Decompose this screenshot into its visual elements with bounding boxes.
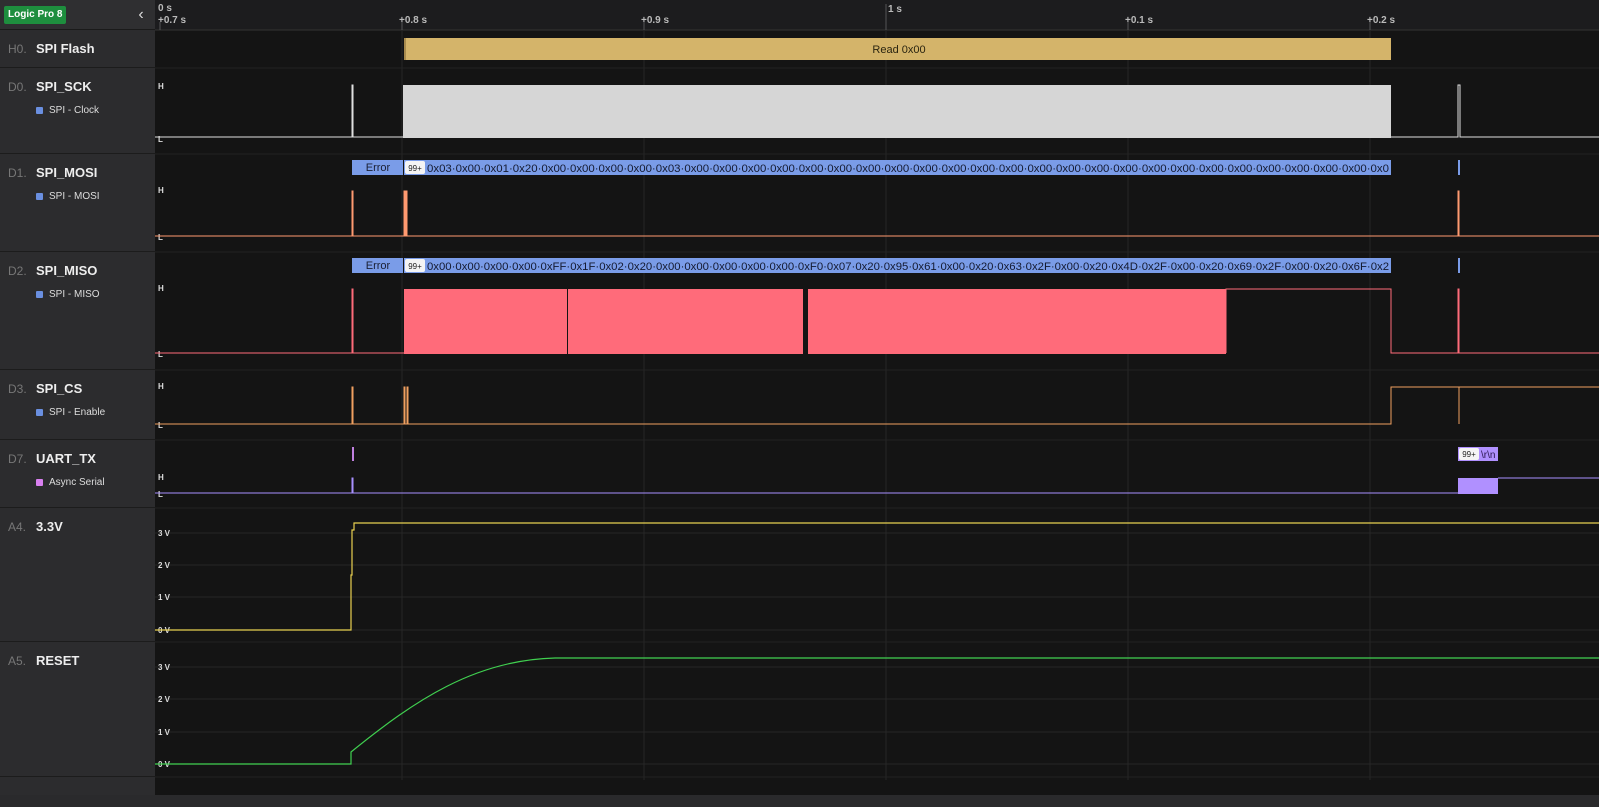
device-badge[interactable]: Logic Pro 8 [4, 6, 67, 24]
analog-3v3-trace[interactable] [155, 522, 1599, 631]
channel-row-d2[interactable]: D2. SPI_MISO SPI - MISO [0, 252, 155, 370]
high-label: H [158, 473, 164, 482]
spi-sck-trace[interactable] [155, 84, 1599, 138]
channel-id: D2. [8, 264, 27, 278]
low-label: L [158, 135, 163, 144]
analyzer-label: Async Serial [49, 477, 105, 488]
uart-decode-frame[interactable]: 99+ \r\n [1458, 447, 1498, 461]
low-label: L [158, 421, 163, 430]
channel-row-a5[interactable]: A5. RESET [0, 642, 155, 777]
high-label: H [158, 284, 164, 293]
spi-flash-frame-label: Read 0x00 [872, 44, 925, 56]
analog-grid-a4 [155, 532, 1599, 631]
channel-id: A5. [8, 654, 27, 668]
spi-miso-trace[interactable] [155, 288, 1599, 354]
high-label: H [158, 82, 164, 91]
channel-id: A4. [8, 520, 27, 534]
analog-level-label: 1 V [158, 728, 171, 737]
analyzer-label: SPI - Clock [49, 105, 100, 116]
channel-id: D1. [8, 166, 27, 180]
analyzer-color-swatch [36, 291, 43, 298]
ruler-tick-label: +0.1 s [1125, 15, 1154, 26]
analog-level-label: 2 V [158, 561, 171, 570]
analyzer-label: SPI - MISO [49, 289, 100, 300]
uart-tx-trace[interactable] [155, 477, 1599, 494]
channel-row-d1[interactable]: D1. SPI_MOSI SPI - MOSI [0, 154, 155, 252]
channel-name[interactable]: RESET [36, 653, 79, 668]
mosi-error-label: Error [366, 162, 391, 174]
sidebar-header: Logic Pro 8 ‹ [0, 0, 155, 30]
channel-row-h0[interactable]: H0. SPI Flash [0, 30, 155, 68]
channel-id: D3. [8, 382, 27, 396]
ruler-tick-label: +0.8 s [399, 15, 428, 26]
overflow-badge-label: 99+ [1462, 450, 1476, 459]
channel-row-d7[interactable]: D7. UART_TX Async Serial [0, 440, 155, 508]
analyzer-tag[interactable]: Async Serial [36, 477, 105, 488]
channel-sidebar: Logic Pro 8 ‹ H0. SPI Flash D0. SPI_SCK … [0, 0, 155, 807]
high-label: H [158, 382, 164, 391]
channel-name[interactable]: SPI_SCK [36, 79, 92, 94]
ruler-tick-label: +0.9 s [641, 15, 670, 26]
analyzer-tag[interactable]: SPI - Enable [36, 407, 105, 418]
uart-frame-label: \r\n [1481, 450, 1495, 461]
channel-row-a4[interactable]: A4. 3.3V [0, 508, 155, 642]
channel-id: D0. [8, 80, 27, 94]
mosi-bytes: 0x03·0x00·0x01·0x20·0x00·0x00·0x00·0x00·… [427, 163, 1389, 175]
low-label: L [158, 490, 163, 499]
analyzer-tag[interactable]: SPI - MOSI [36, 191, 100, 202]
channel-row-d3[interactable]: D3. SPI_CS SPI - Enable [0, 370, 155, 440]
analyzer-color-swatch [36, 107, 43, 114]
spi-flash-frame[interactable]: Read 0x00 [404, 38, 1391, 60]
analyzer-tag[interactable]: SPI - Clock [36, 105, 99, 116]
analyzer-color-swatch [36, 193, 43, 200]
channel-row-d0[interactable]: D0. SPI_SCK SPI - Clock [0, 68, 155, 154]
analog-level-label: 3 V [158, 663, 171, 672]
channel-name[interactable]: 3.3V [36, 519, 63, 534]
waveform-area[interactable]: 0 s +0.7 s +0.8 s +0.9 s 1 s +0.1 s +0.2… [155, 0, 1599, 807]
analyzer-color-swatch [36, 479, 43, 486]
mosi-decode-bar[interactable]: 99+ 0x03·0x00·0x01·0x20·0x00·0x00·0x00·0… [404, 160, 1391, 175]
channel-name[interactable]: UART_TX [36, 451, 96, 466]
low-label: L [158, 233, 163, 242]
analog-reset-trace[interactable] [155, 657, 1599, 765]
analyzer-color-swatch [36, 409, 43, 416]
mosi-marker [1458, 160, 1460, 175]
spi-mosi-trace[interactable] [155, 190, 1599, 237]
miso-decode-bar[interactable]: 99+ 0x00·0x00·0x00·0x00·0xFF·0x1F·0x02·0… [404, 258, 1391, 273]
collapse-sidebar-button[interactable]: ‹ [132, 4, 150, 26]
low-label: L [158, 350, 163, 359]
ruler-center-label: 1 s [888, 4, 902, 15]
mosi-error-frame[interactable]: Error [352, 160, 403, 175]
high-label: H [158, 186, 164, 195]
miso-marker [1458, 258, 1460, 273]
ruler-origin-label: 0 s [158, 3, 172, 14]
analog-grid-a5 [155, 666, 1599, 765]
ruler-tick-label: +0.7 s [158, 15, 187, 26]
overflow-badge-label: 99+ [408, 262, 422, 271]
channel-name[interactable]: SPI_MISO [36, 263, 97, 278]
channel-name[interactable]: SPI_CS [36, 381, 82, 396]
ruler-tick-label: +0.2 s [1367, 15, 1396, 26]
channel-id: D7. [8, 452, 27, 466]
analyzer-tag[interactable]: SPI - MISO [36, 289, 100, 300]
spi-cs-trace[interactable] [155, 386, 1599, 425]
channel-id: H0. [8, 42, 27, 56]
channel-name[interactable]: SPI_MOSI [36, 165, 97, 180]
miso-error-frame[interactable]: Error [352, 258, 403, 273]
miso-error-label: Error [366, 260, 391, 272]
analog-level-label: 1 V [158, 593, 171, 602]
analyzer-label: SPI - MOSI [49, 191, 100, 202]
uart-marker [352, 447, 354, 461]
channel-name[interactable]: SPI Flash [36, 41, 95, 56]
analog-level-label: 2 V [158, 695, 171, 704]
horizontal-scrollbar[interactable] [0, 795, 1599, 807]
analyzer-label: SPI - Enable [49, 407, 106, 418]
analog-level-label: 3 V [158, 529, 171, 538]
miso-bytes: 0x00·0x00·0x00·0x00·0xFF·0x1F·0x02·0x20·… [427, 261, 1389, 273]
overflow-badge-label: 99+ [408, 164, 422, 173]
